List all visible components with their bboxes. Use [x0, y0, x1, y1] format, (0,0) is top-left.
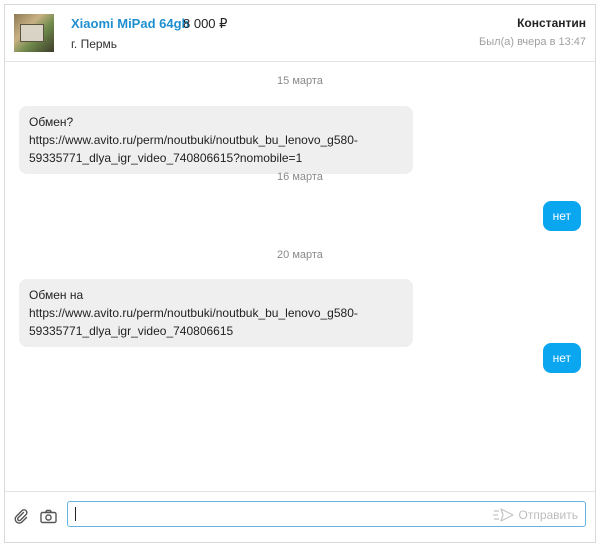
item-thumbnail-image — [20, 24, 44, 42]
message-composer: Отправить — [5, 491, 595, 542]
camera-icon — [39, 509, 57, 523]
camera-button[interactable] — [38, 506, 58, 526]
outgoing-message: нет — [542, 201, 581, 231]
item-thumbnail[interactable] — [14, 14, 54, 52]
message-text-line: 59335771_dlya_igr_video_740806615?nomobi… — [29, 151, 303, 165]
message-text: нет — [552, 209, 571, 223]
message-text: нет — [552, 351, 571, 365]
send-icon — [493, 508, 515, 522]
message-input[interactable] — [74, 505, 478, 525]
send-button[interactable]: Отправить — [492, 507, 578, 523]
date-separator: 16 марта — [277, 171, 323, 183]
item-location: г. Пермь — [71, 37, 118, 51]
message-list: 15 марта Обмен? https://www.avito.ru/per… — [5, 62, 595, 493]
message-text-line: Обмен? https://www.avito.ru/perm/noutbuk… — [29, 115, 358, 147]
message-text-line: Обмен на https://www.avito.ru/perm/noutb… — [29, 288, 358, 320]
date-separator: 15 марта — [277, 75, 323, 87]
paperclip-icon — [14, 509, 28, 524]
user-name[interactable]: Константин — [517, 16, 586, 30]
date-separator: 20 марта — [277, 249, 323, 261]
incoming-message: Обмен на https://www.avito.ru/perm/noutb… — [19, 279, 413, 347]
message-text-line: 59335771_dlya_igr_video_740806615 — [29, 324, 234, 338]
chat-header: Xiaomi MiPad 64gb 8 000 ₽ г. Пермь Конст… — [5, 5, 595, 62]
outgoing-message: нет — [542, 343, 581, 373]
message-input-box[interactable]: Отправить — [67, 501, 586, 527]
chat-window: Xiaomi MiPad 64gb 8 000 ₽ г. Пермь Конст… — [4, 4, 596, 543]
send-button-label: Отправить — [518, 508, 578, 522]
item-title-link[interactable]: Xiaomi MiPad 64gb — [71, 16, 189, 31]
last-seen-status: Был(а) вчера в 13:47 — [479, 36, 586, 48]
incoming-message: Обмен? https://www.avito.ru/perm/noutbuk… — [19, 106, 413, 174]
item-price: 8 000 ₽ — [183, 16, 228, 31]
attach-button[interactable] — [11, 506, 31, 526]
